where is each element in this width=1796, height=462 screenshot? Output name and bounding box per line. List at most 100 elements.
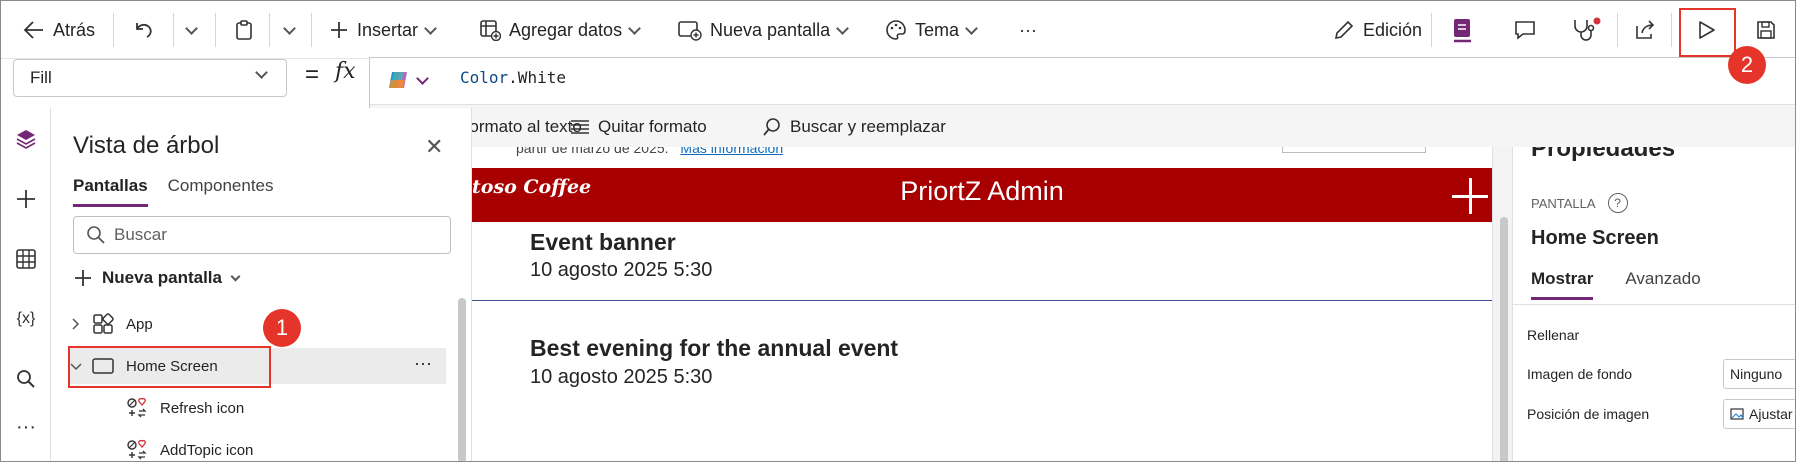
event-date: 10 agosto 2025 5:30 [530, 366, 713, 388]
insert-label: Insertar [357, 19, 419, 40]
rail-more[interactable]: ··· [11, 412, 41, 442]
rail-data[interactable] [11, 244, 41, 274]
tab-screens[interactable]: Pantallas [73, 176, 148, 207]
more-options-icon[interactable]: ··· [414, 353, 432, 374]
search-icon [16, 369, 36, 389]
row-divider [472, 300, 1492, 301]
search-icon [762, 117, 782, 137]
theme-label: Tema [915, 19, 960, 40]
tree-item-app[interactable]: App [68, 306, 446, 342]
highlight-play-button [1679, 8, 1736, 57]
paste-dropdown[interactable] [283, 13, 296, 47]
tab-components[interactable]: Componentes [168, 176, 274, 207]
insert-button[interactable]: Insertar [329, 13, 437, 47]
app-icon [92, 313, 126, 335]
app-checker-button[interactable] [1571, 13, 1601, 47]
command-bar: Atrás Insertar Agregar datos Nueva panta… [1, 1, 1795, 59]
chevron-down-icon [283, 21, 296, 35]
find-replace-button[interactable]: Buscar y reemplazar [762, 117, 946, 137]
rail-variables[interactable]: {x} [11, 304, 41, 334]
rail-tree-view[interactable] [11, 124, 41, 154]
back-button[interactable]: Atrás [23, 13, 95, 47]
new-screen-button[interactable]: Nueva pantalla [74, 268, 241, 288]
chevron-down-icon [628, 21, 641, 35]
image-position-dropdown[interactable]: Ajustar [1723, 399, 1795, 429]
chevron-down-icon [230, 271, 241, 281]
event-date: 10 agosto 2025 5:30 [530, 259, 713, 281]
copilot-button[interactable] [386, 68, 429, 92]
share-button[interactable] [1633, 13, 1657, 47]
tab-display[interactable]: Mostrar [1531, 269, 1594, 300]
paste-button[interactable] [233, 13, 255, 47]
find-replace-label: Buscar y reemplazar [790, 117, 946, 136]
palette-icon [885, 19, 907, 41]
panel-title: Propiedades [1531, 147, 1676, 162]
comments-button[interactable] [1513, 13, 1537, 47]
formula-text[interactable]: Color.White [460, 68, 566, 87]
rail-search[interactable] [11, 364, 41, 394]
undo-button[interactable] [132, 13, 154, 47]
new-screen-button[interactable]: Nueva pantalla [678, 13, 849, 47]
chevron-right-icon [70, 318, 92, 330]
edit-label: Edición [1363, 19, 1423, 40]
icon-control-icon [126, 439, 160, 461]
event-title: Event banner [530, 229, 676, 255]
highlight-home-screen [68, 346, 271, 388]
copilot-icon [386, 68, 410, 92]
property-dropdown[interactable]: Fill [13, 59, 287, 97]
panel-title: Vista de árbol [73, 132, 220, 159]
search-icon [86, 225, 106, 245]
save-button[interactable] [1755, 13, 1777, 47]
add-topic-icon[interactable] [1452, 178, 1488, 214]
edit-mode-button[interactable]: Edición [1333, 13, 1422, 47]
add-data-label: Agregar datos [509, 19, 623, 40]
tree-view-panel: Vista de árbol ✕ Pantallas Componentes B… [52, 108, 472, 461]
tree-item-addtopic-icon[interactable]: AddTopic icon [126, 432, 446, 461]
variables-icon: {x} [16, 310, 36, 327]
help-icon[interactable]: ? [1607, 193, 1628, 213]
prop-background-image-label: Imagen de fondo [1527, 366, 1633, 382]
new-screen-label: Nueva pantalla [102, 268, 222, 287]
remove-format-button[interactable]: Quitar formato [570, 117, 707, 137]
prop-image-position-label: Posición de imagen [1527, 406, 1650, 422]
canvas-scrollbar[interactable] [1500, 217, 1508, 461]
step-badge-1: 1 [263, 309, 301, 347]
app-window: Atrás Insertar Agregar datos Nueva panta… [0, 0, 1796, 462]
more-button[interactable]: ··· [1019, 13, 1037, 47]
properties-panel: Propiedades PANTALLA ? Home Screen Mostr… [1512, 147, 1795, 461]
tree-item-label: Refresh icon [160, 399, 245, 417]
layers-icon [15, 128, 37, 150]
add-data-button[interactable]: Agregar datos [479, 13, 641, 47]
background-image-dropdown[interactable]: Ninguno [1723, 359, 1795, 389]
search-input[interactable]: Buscar [73, 216, 451, 254]
new-screen-icon [678, 19, 702, 41]
learn-more-link[interactable]: Más información [680, 147, 783, 156]
tree-item-refresh-icon[interactable]: Refresh icon [126, 390, 446, 426]
lines-icon [570, 119, 590, 135]
image-icon [1730, 408, 1744, 420]
close-icon[interactable]: ✕ [425, 134, 443, 160]
tab-advanced[interactable]: Avanzado [1625, 269, 1700, 300]
clipboard-icon [233, 19, 255, 41]
tree-scrollbar[interactable] [458, 298, 466, 461]
rail-insert[interactable] [11, 184, 41, 214]
app-canvas: partir de marzo de 2025. Más información… [472, 147, 1512, 461]
formula-member: .White [508, 68, 566, 87]
formula-editor[interactable]: Color.White Aplicar formato al texto Qui… [369, 57, 1795, 148]
chevron-down-icon [185, 21, 198, 35]
element-kind: PANTALLA ? [1531, 193, 1628, 213]
more-icon: ··· [16, 415, 36, 438]
chevron-down-icon [965, 21, 978, 35]
notebook-button[interactable] [1451, 13, 1475, 47]
fx-icon: fx [335, 59, 356, 84]
undo-dropdown[interactable] [185, 13, 198, 47]
stethoscope-icon [1571, 17, 1601, 43]
left-rail: {x} ··· [1, 108, 51, 461]
undo-icon [132, 19, 154, 41]
more-icon: ··· [1019, 19, 1037, 40]
image-position-value: Ajustar [1749, 406, 1793, 422]
theme-button[interactable]: Tema [885, 13, 978, 47]
formula-object: Color [460, 68, 509, 87]
equals-sign: = [305, 61, 320, 88]
chevron-down-icon [255, 66, 268, 79]
